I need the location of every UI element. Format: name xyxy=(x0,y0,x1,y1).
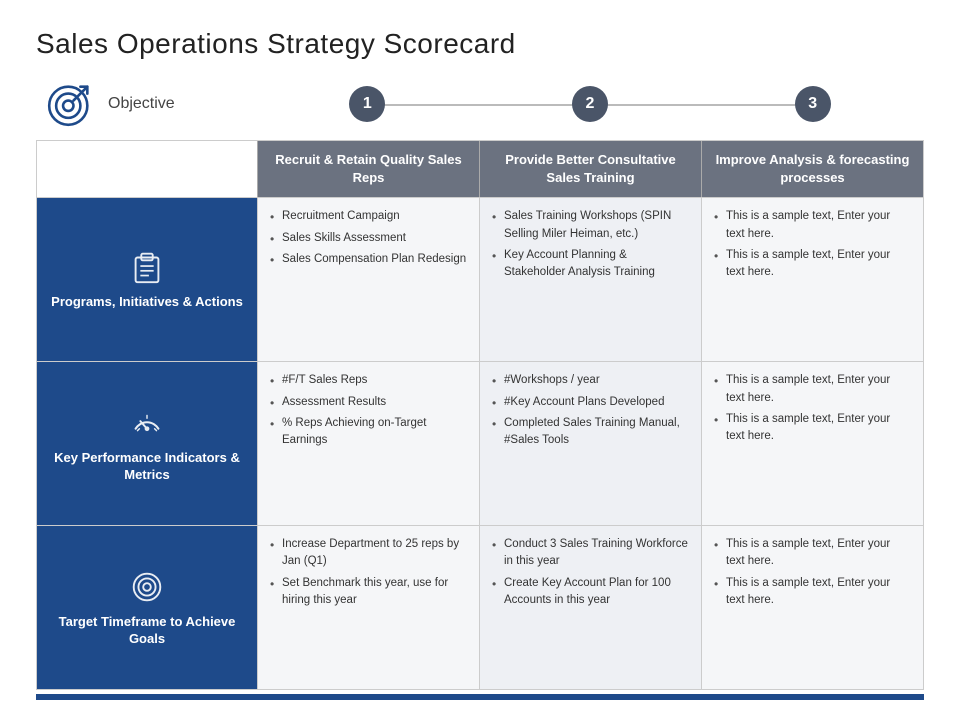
list-item: Conduct 3 Sales Training Workforce in th… xyxy=(492,536,689,571)
list-item: Sales Training Workshops (SPIN Selling M… xyxy=(492,208,689,243)
scorecard-table: Recruit & Retain Quality Sales Reps Prov… xyxy=(36,140,924,690)
programs-list-2: Sales Training Workshops (SPIN Selling M… xyxy=(492,208,689,281)
list-item: Increase Department to 25 reps by Jan (Q… xyxy=(270,536,467,571)
list-item: #Workshops / year xyxy=(492,372,689,389)
list-item: This is a sample text, Enter your text h… xyxy=(714,372,911,407)
num-col-2: 2 xyxy=(479,86,702,122)
th-col-3: Improve Analysis & forecasting processes xyxy=(701,141,923,197)
list-item: Set Benchmark this year, use for hiring … xyxy=(270,575,467,610)
row-data-programs-1: Recruitment Campaign Sales Skills Assess… xyxy=(257,198,479,361)
kpi-list-3: This is a sample text, Enter your text h… xyxy=(714,372,911,445)
list-item: This is a sample text, Enter your text h… xyxy=(714,208,911,243)
list-item: #Key Account Plans Developed xyxy=(492,394,689,411)
kpi-list-1: #F/T Sales Reps Assessment Results % Rep… xyxy=(270,372,467,449)
row-label-programs: Programs, Initiatives & Actions xyxy=(37,198,257,361)
num-circle-3: 3 xyxy=(795,86,831,122)
bottom-bar xyxy=(36,694,924,700)
list-item: This is a sample text, Enter your text h… xyxy=(714,575,911,610)
list-item: Recruitment Campaign xyxy=(270,208,467,225)
row-label-programs-text: Programs, Initiatives & Actions xyxy=(51,294,243,311)
table-header: Recruit & Retain Quality Sales Reps Prov… xyxy=(37,141,923,197)
list-item: Sales Compensation Plan Redesign xyxy=(270,251,467,268)
header-row: Objective 1 2 3 xyxy=(36,78,924,130)
row-label-timeframe-text: Target Timeframe to Achieve Goals xyxy=(47,614,247,648)
list-item: Sales Skills Assessment xyxy=(270,230,467,247)
timeframe-list-1: Increase Department to 25 reps by Jan (Q… xyxy=(270,536,467,609)
list-item: Completed Sales Training Manual, #Sales … xyxy=(492,415,689,450)
list-item: Key Account Planning & Stakeholder Analy… xyxy=(492,247,689,282)
row-label-kpi: Key Performance Indicators & Metrics xyxy=(37,362,257,525)
th-col-1: Recruit & Retain Quality Sales Reps xyxy=(257,141,479,197)
num-col-3: 3 xyxy=(701,86,924,122)
list-item: This is a sample text, Enter your text h… xyxy=(714,411,911,446)
page-title: Sales Operations Strategy Scorecard xyxy=(36,28,924,60)
list-item: Create Key Account Plan for 100 Accounts… xyxy=(492,575,689,610)
th-label-empty xyxy=(37,141,257,197)
num-circle-1: 1 xyxy=(349,86,385,122)
table-row-kpi: Key Performance Indicators & Metrics #F/… xyxy=(37,361,923,525)
kpi-list-2: #Workshops / year #Key Account Plans Dev… xyxy=(492,372,689,449)
num-col-1: 1 xyxy=(256,86,479,122)
timeframe-list-2: Conduct 3 Sales Training Workforce in th… xyxy=(492,536,689,609)
numbered-cols: 1 2 3 xyxy=(256,86,924,122)
table-row-programs: Programs, Initiatives & Actions Recruitm… xyxy=(37,197,923,361)
timeframe-list-3: This is a sample text, Enter your text h… xyxy=(714,536,911,609)
num-circle-2: 2 xyxy=(572,86,608,122)
objective-label: Objective xyxy=(108,95,175,113)
row-data-programs-2: Sales Training Workshops (SPIN Selling M… xyxy=(479,198,701,361)
gauge-icon xyxy=(128,404,166,442)
row-data-kpi-1: #F/T Sales Reps Assessment Results % Rep… xyxy=(257,362,479,525)
bullseye-icon xyxy=(128,568,166,606)
th-col-2: Provide Better Consultative Sales Traini… xyxy=(479,141,701,197)
list-item: Assessment Results xyxy=(270,394,467,411)
row-label-kpi-text: Key Performance Indicators & Metrics xyxy=(47,450,247,484)
row-label-timeframe: Target Timeframe to Achieve Goals xyxy=(37,526,257,689)
page: Sales Operations Strategy Scorecard Obje… xyxy=(0,0,960,720)
list-item: This is a sample text, Enter your text h… xyxy=(714,247,911,282)
list-item: % Reps Achieving on-Target Earnings xyxy=(270,415,467,450)
clipboard-icon xyxy=(128,248,166,286)
row-data-timeframe-1: Increase Department to 25 reps by Jan (Q… xyxy=(257,526,479,689)
target-icon xyxy=(44,78,96,130)
list-item: This is a sample text, Enter your text h… xyxy=(714,536,911,571)
table-row-timeframe: Target Timeframe to Achieve Goals Increa… xyxy=(37,525,923,689)
programs-list-1: Recruitment Campaign Sales Skills Assess… xyxy=(270,208,467,268)
row-data-timeframe-3: This is a sample text, Enter your text h… xyxy=(701,526,923,689)
objective-cell: Objective xyxy=(36,78,256,130)
row-data-kpi-2: #Workshops / year #Key Account Plans Dev… xyxy=(479,362,701,525)
row-data-kpi-3: This is a sample text, Enter your text h… xyxy=(701,362,923,525)
programs-list-3: This is a sample text, Enter your text h… xyxy=(714,208,911,281)
row-data-timeframe-2: Conduct 3 Sales Training Workforce in th… xyxy=(479,526,701,689)
row-data-programs-3: This is a sample text, Enter your text h… xyxy=(701,198,923,361)
list-item: #F/T Sales Reps xyxy=(270,372,467,389)
